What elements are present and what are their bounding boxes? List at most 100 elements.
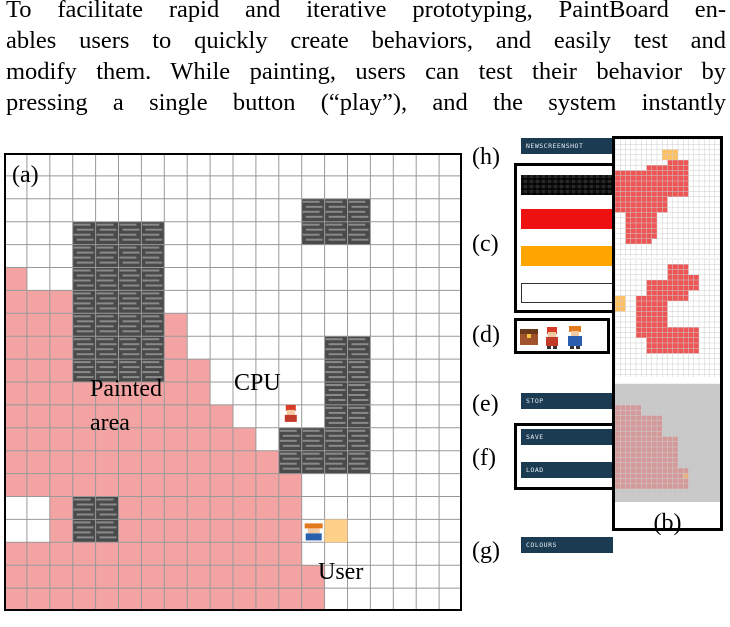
painted-cell — [49, 290, 73, 314]
painted-cell — [278, 473, 302, 497]
painted-cell — [255, 542, 279, 566]
red-character-icon[interactable] — [546, 327, 558, 349]
painted-cell — [255, 519, 279, 543]
painted-cell — [49, 313, 73, 337]
painted-cell — [49, 450, 73, 474]
label-c: (c) — [472, 231, 499, 257]
treasure-chest-icon[interactable] — [520, 329, 538, 345]
orange-swatch[interactable] — [521, 246, 613, 266]
save-button[interactable]: SAVE — [521, 429, 613, 445]
cpu-icon-body — [284, 414, 297, 422]
painted-cell — [26, 588, 50, 611]
paragraph-line-4: pressing a single button (“play”), and t… — [6, 89, 726, 116]
painted-cell — [187, 450, 211, 474]
painted-cell — [26, 450, 50, 474]
painted-cell — [164, 542, 188, 566]
painted-cell — [233, 588, 256, 611]
painted-cell — [278, 565, 302, 589]
painted-cell — [164, 473, 188, 497]
white-swatch[interactable] — [521, 283, 613, 303]
painted-cell — [118, 565, 142, 589]
painted-cell — [49, 359, 73, 382]
blue-character-icon[interactable] — [568, 326, 582, 349]
painted-cell — [118, 450, 142, 474]
painted-cell — [4, 542, 27, 566]
painted-cell — [233, 496, 256, 520]
painted-cell — [187, 496, 211, 520]
painted-cell — [141, 542, 165, 566]
painted-cell — [26, 336, 50, 360]
painted-cell — [118, 542, 142, 566]
paragraph-line-3: modify them. While painting, users can t… — [6, 58, 726, 85]
painted-cell — [301, 588, 325, 611]
painted-cell — [4, 359, 27, 382]
painted-cell — [164, 450, 188, 474]
painted-cell — [255, 496, 279, 520]
painted-area-label-2: area — [90, 410, 130, 436]
painted-cell — [164, 565, 188, 589]
painted-cell — [95, 450, 119, 474]
painted-cell — [49, 382, 73, 405]
painted-cell — [141, 496, 165, 520]
new-screenshot-button[interactable]: NEWSCREENSHOT — [521, 138, 613, 154]
painted-cell — [164, 359, 188, 382]
painted-cell — [26, 542, 50, 566]
painted-cell — [255, 588, 279, 611]
painted-cell — [233, 519, 256, 543]
sprite-icons — [520, 326, 582, 349]
painted-cell — [4, 313, 27, 337]
painted-cell — [233, 427, 256, 451]
painted-cell — [187, 519, 211, 543]
painted-cell — [72, 473, 96, 497]
painted-cell — [141, 519, 165, 543]
colours-button[interactable]: COLOURS — [521, 537, 613, 553]
painted-cell — [187, 382, 211, 405]
painted-cell — [4, 565, 27, 589]
painted-cell — [164, 404, 188, 428]
painted-cell — [49, 427, 73, 451]
painted-cell — [118, 519, 142, 543]
painted-cell — [210, 588, 233, 611]
painted-cell — [278, 542, 302, 566]
user-label: User — [318, 559, 364, 585]
painted-cell — [118, 496, 142, 520]
painted-cell — [164, 496, 188, 520]
label-h: (h) — [472, 144, 500, 170]
label-d: (d) — [472, 322, 500, 348]
preview-shape — [641, 212, 657, 239]
user-icon — [304, 523, 323, 529]
painted-cell — [95, 565, 119, 589]
painted-cell — [4, 404, 27, 428]
painted-cell — [210, 404, 233, 428]
stone-swatch[interactable] — [521, 175, 613, 195]
painted-cell — [164, 336, 188, 360]
painted-cell — [187, 542, 211, 566]
painted-cell — [26, 382, 50, 405]
painted-cell — [4, 450, 27, 474]
preview-shape — [683, 473, 689, 479]
stop-button[interactable]: STOP — [521, 393, 613, 409]
painted-cell — [141, 427, 165, 451]
painted-cell — [141, 473, 165, 497]
painted-cell — [49, 519, 73, 543]
game-grid[interactable] — [4, 153, 462, 611]
painted-cell — [210, 565, 233, 589]
painted-cell — [49, 588, 73, 611]
painted-cell — [210, 496, 233, 520]
painted-cell — [26, 359, 50, 382]
load-button[interactable]: LOAD — [521, 462, 613, 478]
painted-cell — [4, 473, 27, 497]
preview-panel — [612, 136, 723, 531]
painted-cell — [233, 542, 256, 566]
painted-cell — [26, 473, 50, 497]
painted-cell — [26, 313, 50, 337]
painted-cell — [255, 473, 279, 497]
painted-cell — [210, 427, 233, 451]
painted-cell — [141, 450, 165, 474]
red-swatch[interactable] — [521, 209, 613, 229]
painted-cell — [26, 427, 50, 451]
panel-b-label: (b) — [653, 510, 682, 536]
painted-cell — [210, 473, 233, 497]
preview-shape — [683, 274, 699, 291]
paragraph-line-1: To facilitate rapid and iterative protot… — [6, 0, 726, 23]
